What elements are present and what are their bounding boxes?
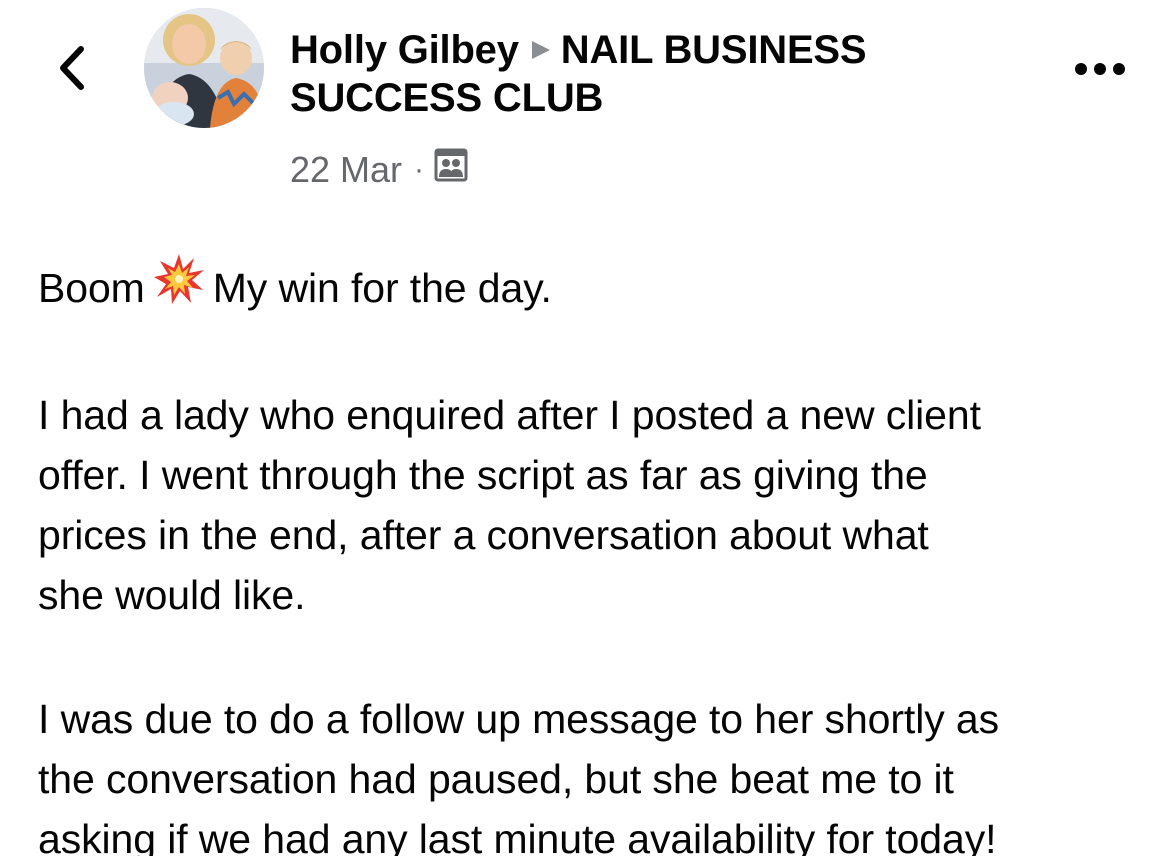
post-line: prices in the end, after a conversation … — [38, 512, 929, 559]
collision-emoji-icon — [153, 253, 205, 321]
more-options-button[interactable] — [1070, 52, 1130, 86]
meta-separator: · — [414, 152, 425, 186]
post-body: Boom My win for the day. I had a lady wh… — [38, 254, 1148, 856]
post-meta: 22 Mar · — [290, 148, 468, 191]
author-name[interactable]: Holly Gilbey — [290, 28, 519, 72]
more-options-icon — [1075, 63, 1125, 75]
post-line: the conversation had paused, but she bea… — [38, 756, 954, 803]
group-members-icon — [434, 148, 468, 191]
post-line: Boom My win for the day. — [38, 254, 1148, 321]
chevron-left-icon — [60, 46, 84, 90]
post-line: asking if we had any last minute availab… — [38, 816, 997, 856]
author-avatar[interactable] — [144, 8, 264, 128]
right-triangle-icon — [529, 25, 553, 73]
back-button[interactable] — [50, 42, 94, 94]
post-text-boom: Boom — [38, 265, 145, 311]
post-header: Holly Gilbey NAIL BUSINESS SUCCESS CLUB — [290, 26, 1010, 122]
post-line: she would like. — [38, 572, 306, 619]
avatar-photo — [144, 8, 264, 128]
post-page: Holly Gilbey NAIL BUSINESS SUCCESS CLUB 2… — [0, 0, 1160, 856]
post-text-win: My win for the day. — [212, 265, 552, 311]
post-line: I had a lady who enquired after I posted… — [38, 392, 981, 439]
post-date[interactable]: 22 Mar — [290, 149, 402, 191]
post-line: offer. I went through the script as far … — [38, 452, 928, 499]
post-line: I was due to do a follow up message to h… — [38, 696, 1000, 743]
